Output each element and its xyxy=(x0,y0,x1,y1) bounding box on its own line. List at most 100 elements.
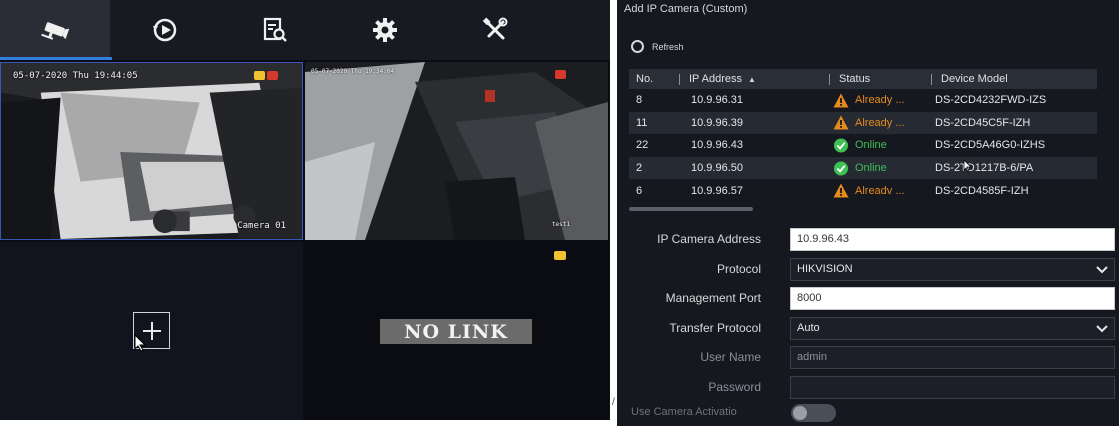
cell-status: Online xyxy=(829,138,931,153)
transfer-protocol-value: Auto xyxy=(797,322,820,334)
record-icon xyxy=(267,71,278,80)
cell-status: Already ... xyxy=(829,115,931,130)
user-name-input[interactable]: admin xyxy=(790,345,1115,369)
camera-feed-image xyxy=(305,62,608,240)
status-icons xyxy=(555,70,566,79)
form-row-username: User Name admin xyxy=(617,345,1119,369)
live-view-panel: 05-07-2020 Thu 19:44:05 Camera 01 05-07-… xyxy=(0,0,610,420)
form-row-password: Password xyxy=(617,375,1119,399)
record-icon xyxy=(555,70,566,79)
cell-ip-address: 10.9.96.50 xyxy=(691,162,743,175)
cell-status: Alreadv ... xyxy=(829,183,931,198)
chevron-down-icon xyxy=(1096,265,1108,273)
transfer-protocol-label: Transfer Protocol xyxy=(669,321,761,335)
transfer-protocol-select[interactable]: Auto xyxy=(790,316,1115,340)
management-port-label: Management Port xyxy=(665,291,761,305)
dialog-title: Add IP Camera (Custom) xyxy=(624,3,748,15)
status-text: Online xyxy=(855,139,887,152)
cell-no: 2 xyxy=(636,162,643,175)
top-nav-bar xyxy=(0,0,610,60)
header-device-model[interactable]: Device Model xyxy=(931,73,1097,85)
camera-name-overlay: Camera 01 xyxy=(237,221,286,231)
header-ip-address[interactable]: IP Address ▲ xyxy=(679,73,829,85)
status-text: Already ... xyxy=(855,116,905,129)
sort-icon: ▲ xyxy=(748,74,756,84)
form-row-transfer: Transfer Protocol Auto xyxy=(617,316,1119,340)
cell-device-model: DS-2CD5A46G0-IZHS xyxy=(935,139,1046,152)
tools-icon xyxy=(482,17,508,40)
password-label: Password xyxy=(708,380,761,394)
use-camera-activation-label: Use Camera Activatio xyxy=(631,406,737,418)
cell-ip-address: 10.9.96.39 xyxy=(691,116,743,129)
nav-live-view[interactable] xyxy=(0,0,112,60)
cell-status: Online xyxy=(829,161,931,176)
table-header: No. IP Address ▲ Status Device Model xyxy=(629,69,1097,89)
user-name-label: User Name xyxy=(700,350,761,364)
form-row-ip: IP Camera Address 10.9.96.43 xyxy=(617,227,1119,251)
header-status[interactable]: Status xyxy=(829,73,931,85)
warning-icon xyxy=(833,183,849,198)
camera-name-overlay: test1 xyxy=(551,221,570,228)
password-input[interactable] xyxy=(790,375,1115,399)
nav-search[interactable] xyxy=(220,0,330,60)
alarm-icon xyxy=(554,251,566,260)
chevron-down-icon xyxy=(1096,324,1108,332)
add-ip-camera-dialog: Add IP Camera (Custom) Refresh No. IP Ad… xyxy=(617,0,1119,426)
no-link-label: NO LINK xyxy=(380,319,532,344)
camera-feed-image xyxy=(1,63,302,239)
mouse-cursor-icon xyxy=(134,334,146,352)
cell-ip-address: 10.9.96.43 xyxy=(691,139,743,152)
cell-no: 6 xyxy=(636,184,643,197)
refresh-label: Refresh xyxy=(652,41,684,52)
protocol-label: Protocol xyxy=(716,262,761,276)
nav-configuration[interactable] xyxy=(330,0,440,60)
camera-tile-2[interactable]: 05-07-2020 Thu 19:34:04 test1 xyxy=(305,62,608,240)
mouse-cursor-icon xyxy=(963,159,972,173)
cell-status: Already ... xyxy=(829,93,931,108)
playback-icon xyxy=(153,18,177,42)
cell-no: 11 xyxy=(636,116,648,129)
ip-camera-address-input[interactable]: 10.9.96.43 xyxy=(790,227,1115,251)
file-search-icon xyxy=(263,17,287,42)
table-body: 8 10.9.96.31 Already ... DS-2CD4232FWD-IZS 1… xyxy=(629,89,1097,202)
warning-icon xyxy=(833,93,849,108)
gear-icon xyxy=(373,18,397,42)
online-check-icon xyxy=(833,138,849,153)
table-row[interactable]: 6 10.9.96.57 Alreadv ... DS-2CD4585F-IZH xyxy=(629,179,1097,202)
timestamp-overlay: 05-07-2020 Thu 19:44:05 xyxy=(13,71,138,81)
status-icons xyxy=(254,71,278,80)
online-check-icon xyxy=(833,161,849,176)
nav-maintenance[interactable] xyxy=(440,0,550,60)
form-row-port: Management Port 8000 xyxy=(617,286,1119,310)
protocol-value: HIKVISION xyxy=(797,263,853,275)
camera-table: No. IP Address ▲ Status Device Model 8 10.… xyxy=(629,69,1097,202)
header-no[interactable]: No. xyxy=(629,73,679,85)
camera-tile-1[interactable]: 05-07-2020 Thu 19:44:05 Camera 01 xyxy=(0,62,303,240)
table-row[interactable]: 8 10.9.96.31 Already ... DS-2CD4232FWD-IZS xyxy=(629,89,1097,112)
cell-no: 22 xyxy=(636,139,649,152)
refresh-button[interactable]: Refresh xyxy=(631,40,684,53)
cell-device-model: DS-2CD45C5F-IZH xyxy=(935,116,1031,129)
table-row[interactable]: 11 10.9.96.39 Already ... DS-2CD45C5F-IZH xyxy=(629,111,1097,135)
table-row[interactable]: 2 10.9.96.50 Online DS-2TD1217B-6/PA xyxy=(629,156,1097,180)
timestamp-overlay: 05-07-2020 Thu 19:34:04 xyxy=(311,68,395,75)
cell-no: 8 xyxy=(636,94,643,107)
cell-device-model: DS-2TD1217B-6/PA xyxy=(935,162,1034,175)
form-row-activation: Use Camera Activatio xyxy=(617,402,1119,422)
warning-icon xyxy=(833,115,849,130)
form-row-protocol: Protocol HIKVISION xyxy=(617,257,1119,281)
protocol-select[interactable]: HIKVISION xyxy=(790,257,1115,281)
camera-icon xyxy=(41,22,70,40)
cell-device-model: DS-2CD4585F-IZH xyxy=(935,184,1029,197)
divider-mark: / xyxy=(612,397,615,408)
cell-ip-address: 10.9.96.31 xyxy=(691,94,743,107)
horizontal-scrollbar[interactable] xyxy=(629,207,753,211)
ip-camera-address-label: IP Camera Address xyxy=(657,232,761,246)
management-port-input[interactable]: 8000 xyxy=(790,286,1115,310)
nav-playback[interactable] xyxy=(110,0,220,60)
cell-ip-address: 10.9.96.57 xyxy=(691,184,743,197)
table-row[interactable]: 22 10.9.96.43 Online DS-2CD5A46G0-IZHS xyxy=(629,134,1097,157)
status-text: Alreadv ... xyxy=(855,184,905,197)
camera-activation-toggle[interactable] xyxy=(791,404,836,422)
alarm-icon xyxy=(254,71,265,80)
